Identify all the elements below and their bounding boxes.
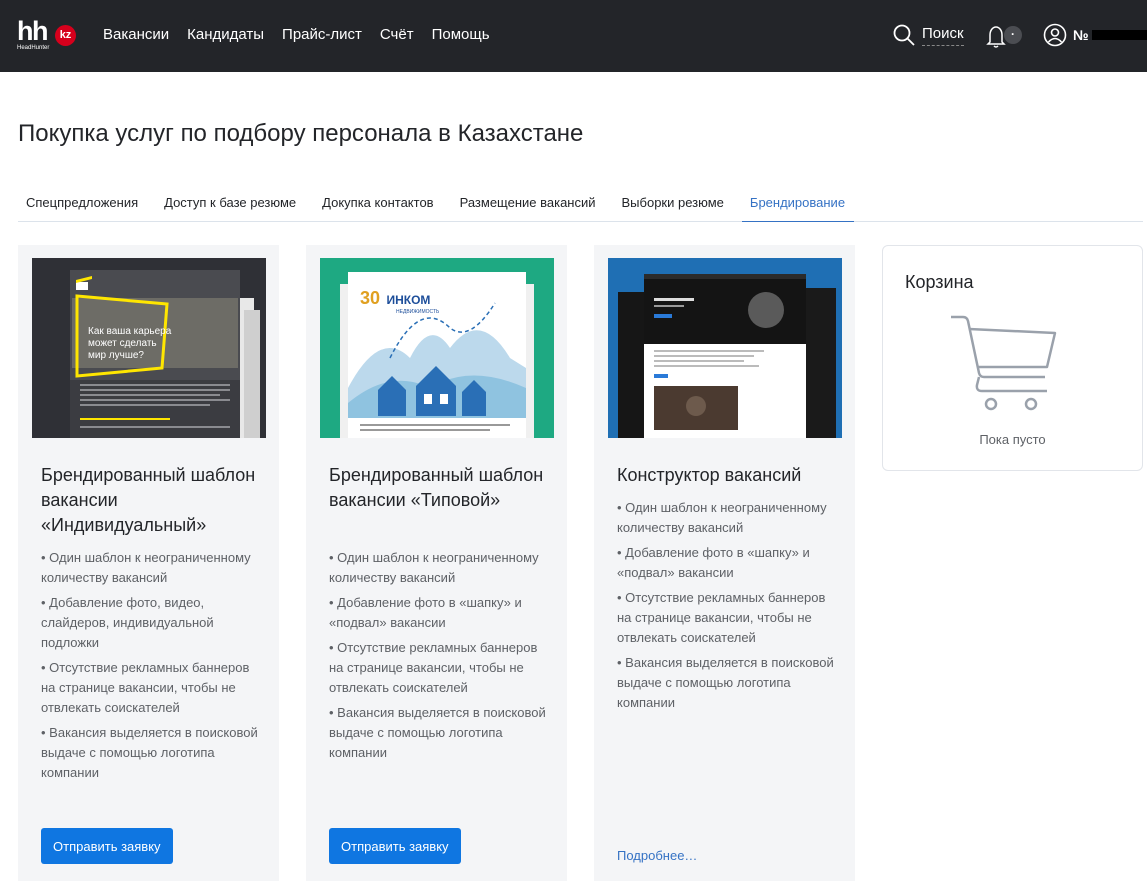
product-image-individual: Как ваша карьера может сделать мир лучше… — [32, 258, 266, 438]
tab-resume-database[interactable]: Доступ к базе резюме — [156, 190, 305, 222]
tab-resume-selections[interactable]: Выборки резюме — [614, 190, 733, 222]
search-label: Поиск — [922, 25, 964, 46]
notifications-button[interactable]: · — [986, 23, 1024, 49]
redacted-username — [1091, 30, 1147, 40]
user-icon — [1043, 23, 1067, 47]
feature-item: • Один шаблон к неограниченному количест… — [617, 500, 827, 535]
user-label: № — [1073, 27, 1089, 43]
feature-item: • Вакансия выделяется в поисковой выдаче… — [41, 725, 258, 780]
feature-item: • Вакансия выделяется в поисковой выдаче… — [617, 655, 834, 710]
tab-special-offers[interactable]: Спецпредложения — [18, 190, 147, 222]
nav-help[interactable]: Помощь — [432, 26, 490, 43]
feature-item: • Добавление фото в «шапку» и «подвал» в… — [617, 545, 810, 580]
card-title: Брендированный шаблон вакансии «Типовой» — [329, 465, 544, 510]
feature-item: • Отсутствие рекламных баннеров на стран… — [41, 660, 250, 715]
image-logo-text: 30 ИНКОМ НЕДВИЖИМОСТЬ — [360, 288, 440, 315]
main-nav: Вакансии Кандидаты Прайс-лист Счёт Помощ… — [103, 26, 508, 43]
feature-item: • Один шаблон к неограниченному количест… — [41, 550, 251, 585]
tab-branding[interactable]: Брендирование — [741, 190, 855, 222]
cart-empty-text: Пока пусто — [979, 432, 1046, 447]
logo-text: hh — [17, 16, 49, 46]
service-tabs: Спецпредложения Доступ к базе резюме Док… — [18, 190, 1143, 222]
feature-item: • Вакансия выделяется в поисковой выдаче… — [329, 705, 546, 760]
bell-icon — [986, 26, 1006, 48]
send-request-button[interactable]: Отправить заявку — [329, 828, 461, 864]
product-card-standard: 30 ИНКОМ НЕДВИЖИМОСТЬ Брендированный шаб… — [306, 245, 567, 881]
hh-logo[interactable]: hh kz HeadHunter — [17, 16, 79, 51]
feature-list: • Один шаблон к неограниченному количест… — [617, 498, 842, 718]
nav-candidates[interactable]: Кандидаты — [187, 26, 264, 43]
card-title: Конструктор вакансий — [617, 465, 802, 485]
top-navigation-bar: hh kz HeadHunter Вакансии Кандидаты Прай… — [0, 0, 1147, 72]
notification-badge: · — [1004, 26, 1022, 44]
feature-item: • Добавление фото в «шапку» и «подвал» в… — [329, 595, 522, 630]
page-title: Покупка услуг по подбору персонала в Каз… — [18, 120, 584, 147]
product-image-constructor — [608, 258, 842, 438]
feature-list: • Один шаблон к неограниченному количест… — [41, 548, 266, 788]
feature-item: • Один шаблон к неограниченному количест… — [329, 550, 539, 585]
more-info-link[interactable]: Подробнее… — [617, 848, 697, 863]
user-menu[interactable]: № — [1043, 23, 1147, 47]
product-card-individual: Как ваша карьера может сделать мир лучше… — [18, 245, 279, 881]
logo-subtext: HeadHunter — [17, 45, 50, 51]
tab-contacts[interactable]: Докупка контактов — [314, 190, 442, 222]
feature-item: • Отсутствие рекламных баннеров на стран… — [617, 590, 826, 645]
product-card-constructor: Конструктор вакансий • Один шаблон к нео… — [594, 245, 855, 881]
nav-price-list[interactable]: Прайс-лист — [282, 26, 362, 43]
card-title: Брендированный шаблон вакансии «Индивиду… — [41, 465, 256, 535]
cart-title: Корзина — [905, 272, 974, 292]
logo-badge: kz — [55, 25, 76, 46]
send-request-button[interactable]: Отправить заявку — [41, 828, 173, 864]
search-icon — [893, 24, 915, 46]
feature-item: • Отсутствие рекламных баннеров на стран… — [329, 640, 538, 695]
nav-vacancies[interactable]: Вакансии — [103, 26, 169, 43]
nav-invoice[interactable]: Счёт — [380, 26, 414, 43]
cart-icon — [951, 315, 1057, 411]
shopping-cart-panel: Корзина Пока пусто — [882, 245, 1143, 471]
image-caption: Как ваша карьера может сделать мир лучше… — [88, 326, 172, 361]
feature-list: • Один шаблон к неограниченному количест… — [329, 548, 554, 768]
feature-item: • Добавление фото, видео, слайдеров, инд… — [41, 595, 214, 650]
product-image-standard: 30 ИНКОМ НЕДВИЖИМОСТЬ — [320, 258, 554, 438]
tab-vacancy-posting[interactable]: Размещение вакансий — [452, 190, 605, 222]
search-button[interactable]: Поиск — [893, 24, 964, 46]
